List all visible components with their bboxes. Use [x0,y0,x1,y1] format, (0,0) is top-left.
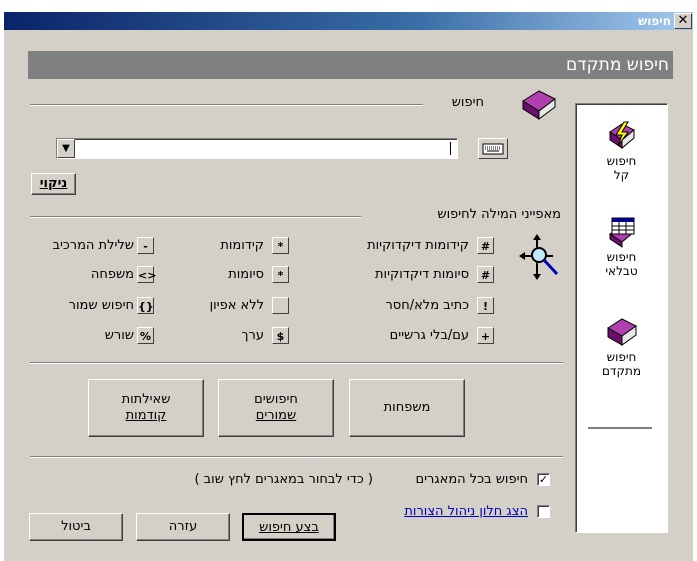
show-attachments-label[interactable]: הצג חלון ניהול הצורות [404,504,528,519]
symbol-minus[interactable]: - [137,237,154,254]
label-entry: ערך [241,328,264,343]
clear-button[interactable]: ניקוי [31,173,76,195]
advanced-search-item[interactable]: חיפוש מתקדם [576,316,667,378]
lightning-book-icon [608,121,635,150]
book-icon [519,87,559,121]
all-databases-checkbox[interactable]: ✓ [537,473,550,486]
saved-line2: שמורים [255,408,297,423]
symbol-angle-brackets[interactable]: <> [137,266,156,283]
label-grammar-prefixes: קידומות דיקדוקיות [367,238,469,253]
symbol-empty[interactable] [272,297,289,314]
symbol-hash-prefix[interactable]: # [477,237,494,254]
previous-line1: שאילתות [121,392,171,407]
search-label: חיפוש [451,95,484,110]
all-databases-hint: ( כדי לבחור במאגרים לחץ שוב ) [194,472,373,487]
close-button[interactable]: ✕ [674,13,692,29]
easy-search-line1: חיפוש [606,154,637,168]
symbol-percent[interactable]: % [137,327,154,344]
saved-line1: חיפושים [254,392,298,407]
divider-lower [30,456,563,458]
title-bar [4,12,693,30]
panel-separator [588,427,652,430]
label-full-deficient-spelling: כתיב מלא/חסר [385,298,469,313]
purple-book-icon [606,318,637,346]
keyboard-icon [482,143,504,155]
label-suffixes: סיומות [228,267,264,282]
search-mode-panel: חיפוש קל חיפוש טבלאי חיפוש מתקדם [575,103,668,533]
run-search-label: בצע חיפוש [259,520,319,535]
easy-search-line2: קל [613,168,630,182]
search-divider [30,104,423,106]
previous-line2: קודמות [125,408,167,423]
all-databases-label: חיפוש בכל המאגרים [415,472,528,487]
label-saved-search: חיפוש שמור [68,298,134,313]
families-label: משפחות [383,400,431,415]
symbol-star-suffix[interactable]: * [272,266,289,283]
advanced-search-line1: חיפוש [606,350,637,364]
keyboard-button[interactable] [478,138,508,159]
symbol-hash-suffix[interactable]: # [477,266,494,283]
symbol-plus[interactable]: + [477,327,494,344]
symbol-star-prefix[interactable]: * [272,237,289,254]
properties-label: מאפייני המילה לחיפוש [437,207,561,222]
easy-search-item[interactable]: חיפוש קל [576,120,667,182]
divider-middle [30,362,563,364]
label-prefixes: קידומות [220,238,264,253]
label-with-without-quotes: עם/בלי גרשיים [389,328,469,343]
symbol-exclamation[interactable]: ! [477,297,494,314]
banner-title: חיפוש מתקדם [566,55,669,75]
label-no-feature: ללא אפיון [209,298,264,313]
saved-searches-button[interactable]: חיפושים שמורים [218,379,334,437]
cancel-button[interactable]: ביטול [29,513,123,541]
advanced-search-line2: מתקדם [601,364,642,378]
search-input[interactable] [56,138,458,159]
previous-queries-button[interactable]: שאילתות קודמות [88,379,204,437]
symbol-braces[interactable]: {} [137,297,154,314]
families-button[interactable]: משפחות [349,379,465,437]
run-search-button[interactable]: בצע חיפוש [242,513,336,541]
table-search-line1: חיפוש [606,250,637,264]
table-search-item[interactable]: חיפוש טבלאי [576,216,667,278]
label-negate-component: שלילת המרכיב [52,238,134,253]
magnifier-move-icon [519,234,561,280]
label-family: משפחה [90,267,134,282]
help-button[interactable]: עזרה [136,513,230,541]
label-root: שורש [104,328,134,343]
show-attachments-checkbox[interactable] [537,505,550,518]
dropdown-arrow-button[interactable]: ▼ [57,139,75,158]
label-grammar-suffixes: סיומות דיקדוקיות [374,267,469,282]
properties-divider [30,216,361,218]
table-search-line2: טבלאי [605,264,638,278]
table-book-icon [608,217,635,248]
window-title: חיפוש [638,14,671,28]
symbol-dollar[interactable]: $ [272,327,289,344]
